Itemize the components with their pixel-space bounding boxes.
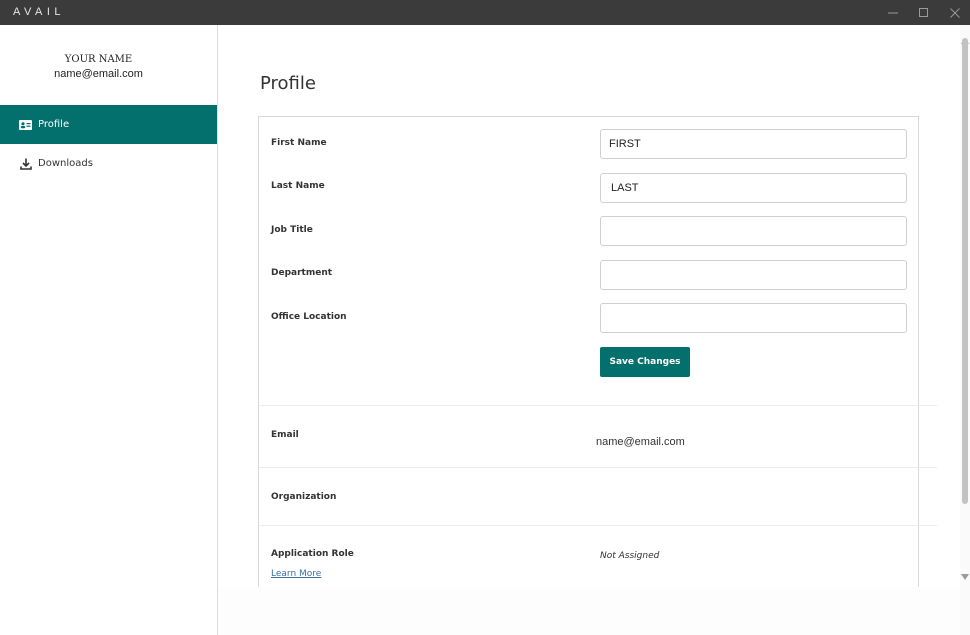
sidebar-item-label: Downloads: [38, 158, 93, 169]
department-label: Department: [271, 268, 333, 278]
save-changes-button[interactable]: Save Changes: [600, 347, 690, 377]
close-button[interactable]: [940, 0, 970, 25]
office-location-field[interactable]: [600, 303, 907, 333]
last-name-label: Last Name: [271, 181, 325, 191]
last-name-field[interactable]: [600, 173, 907, 203]
organization-label: Organization: [271, 492, 337, 502]
job-title-field[interactable]: [600, 216, 907, 246]
maximize-button[interactable]: [909, 0, 939, 25]
id-card-icon: [19, 118, 32, 131]
scroll-down-icon: [961, 574, 969, 580]
email-value: name@email.com: [596, 436, 685, 448]
profile-card: First Name Last Name Job Title Departmen…: [258, 116, 937, 587]
office-location-label: Office Location: [271, 312, 347, 322]
application-role-label: Application Role: [271, 549, 354, 559]
close-icon: [950, 7, 960, 18]
title-bar: AVAIL: [0, 0, 970, 25]
sidebar-item-label: Profile: [38, 119, 70, 130]
main-content: Profile First Name Last Name Job Title D…: [218, 25, 960, 635]
maximize-icon: [919, 7, 928, 17]
job-title-label: Job Title: [271, 225, 313, 235]
download-icon: [19, 157, 32, 170]
sidebar: YOUR NAME name@email.com Profile Downloa…: [0, 25, 218, 635]
first-name-label: First Name: [271, 138, 327, 148]
sidebar-item-profile[interactable]: Profile: [0, 105, 217, 144]
app-title: AVAIL: [13, 6, 66, 18]
application-role-value: Not Assigned: [600, 551, 660, 561]
sidebar-item-downloads[interactable]: Downloads: [0, 144, 217, 183]
email-label: Email: [271, 430, 299, 440]
divider: [259, 467, 937, 468]
learn-more-link[interactable]: Learn More: [271, 569, 321, 579]
minimize-icon: [888, 12, 898, 13]
department-field[interactable]: [600, 260, 907, 290]
divider: [259, 405, 937, 406]
user-name: YOUR NAME: [64, 54, 133, 65]
scrollbar[interactable]: [960, 25, 970, 635]
page-title: Profile: [260, 73, 316, 94]
divider: [259, 525, 937, 526]
bottom-band: [218, 587, 960, 635]
minimize-button[interactable]: [878, 0, 908, 25]
user-email: name@email.com: [54, 68, 143, 80]
first-name-field[interactable]: [600, 129, 907, 159]
scroll-thumb[interactable]: [962, 38, 968, 504]
